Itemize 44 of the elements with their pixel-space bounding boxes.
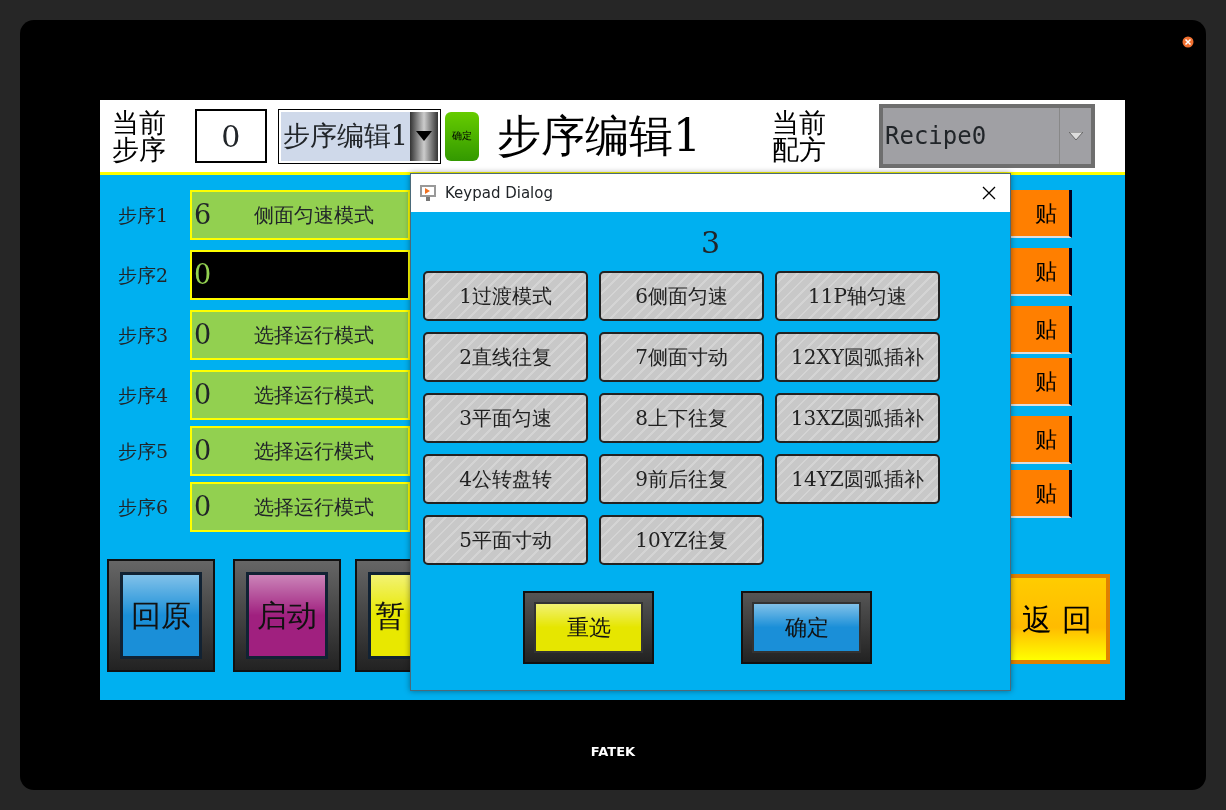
keypad-key[interactable]: 1过渡模式 [423,271,588,321]
keypad-key[interactable]: 7侧面寸动 [599,332,764,382]
keypad-key[interactable]: 14YZ圆弧插补 [775,454,940,504]
keypad-key[interactable]: 8上下往复 [599,393,764,443]
screen-title: 步序编辑1 [496,109,701,163]
keypad-display: 3 [699,224,722,262]
step-number-field[interactable]: 0 [194,109,267,163]
step-label: 步序2 [118,262,170,288]
step-field[interactable]: 0 选择运行模式 [190,310,410,360]
confirm-button[interactable]: 确定 [444,111,479,161]
dialog-button[interactable]: 重选 [523,591,654,664]
step-label: 步序3 [118,322,170,348]
step-field[interactable]: 0 [190,250,410,300]
dropdown-arrow-icon [1068,132,1083,140]
step-label: 步序4 [118,382,170,408]
keypad-key[interactable]: 4公转盘转 [423,454,588,504]
step-label: 步序1 [118,202,170,228]
monitor-icon [419,184,437,202]
step-field[interactable]: 6 侧面匀速模式 [190,190,410,240]
keypad-key[interactable]: 12XY圆弧插补 [775,332,940,382]
keypad-key[interactable]: 2直线往复 [423,332,588,382]
keypad-key[interactable]: 13XZ圆弧插补 [775,393,940,443]
step-field[interactable]: 0 选择运行模式 [190,370,410,420]
step-label: 当前步序 [112,109,167,163]
step-field[interactable]: 0 选择运行模式 [190,482,410,532]
recipe-dropdown[interactable]: Recipe0 [879,104,1095,168]
step-field[interactable]: 0 选择运行模式 [190,426,410,476]
step-edit-dropdown[interactable]: 步序编辑1 [277,108,441,164]
step-label: 步序6 [118,494,170,520]
brand-logo: FATEK [589,743,637,761]
keypad-key[interactable]: 10YZ往复 [599,515,764,565]
dialog-button[interactable]: 确定 [741,591,872,664]
close-icon[interactable] [1182,36,1194,48]
keypad-key[interactable]: 6侧面匀速 [599,271,764,321]
keypad-key[interactable]: 5平面寸动 [423,515,588,565]
recipe-label: 当前配方 [772,109,828,163]
keypad-key[interactable]: 9前后往复 [599,454,764,504]
close-icon [982,186,996,200]
dialog-title: Keypad Dialog [445,182,553,204]
dropdown-arrow-icon [415,131,432,141]
action-button[interactable]: 回原 [107,559,215,672]
keypad-key[interactable]: 11P轴匀速 [775,271,940,321]
keypad-key[interactable]: 3平面匀速 [423,393,588,443]
step-label: 步序5 [118,438,170,464]
